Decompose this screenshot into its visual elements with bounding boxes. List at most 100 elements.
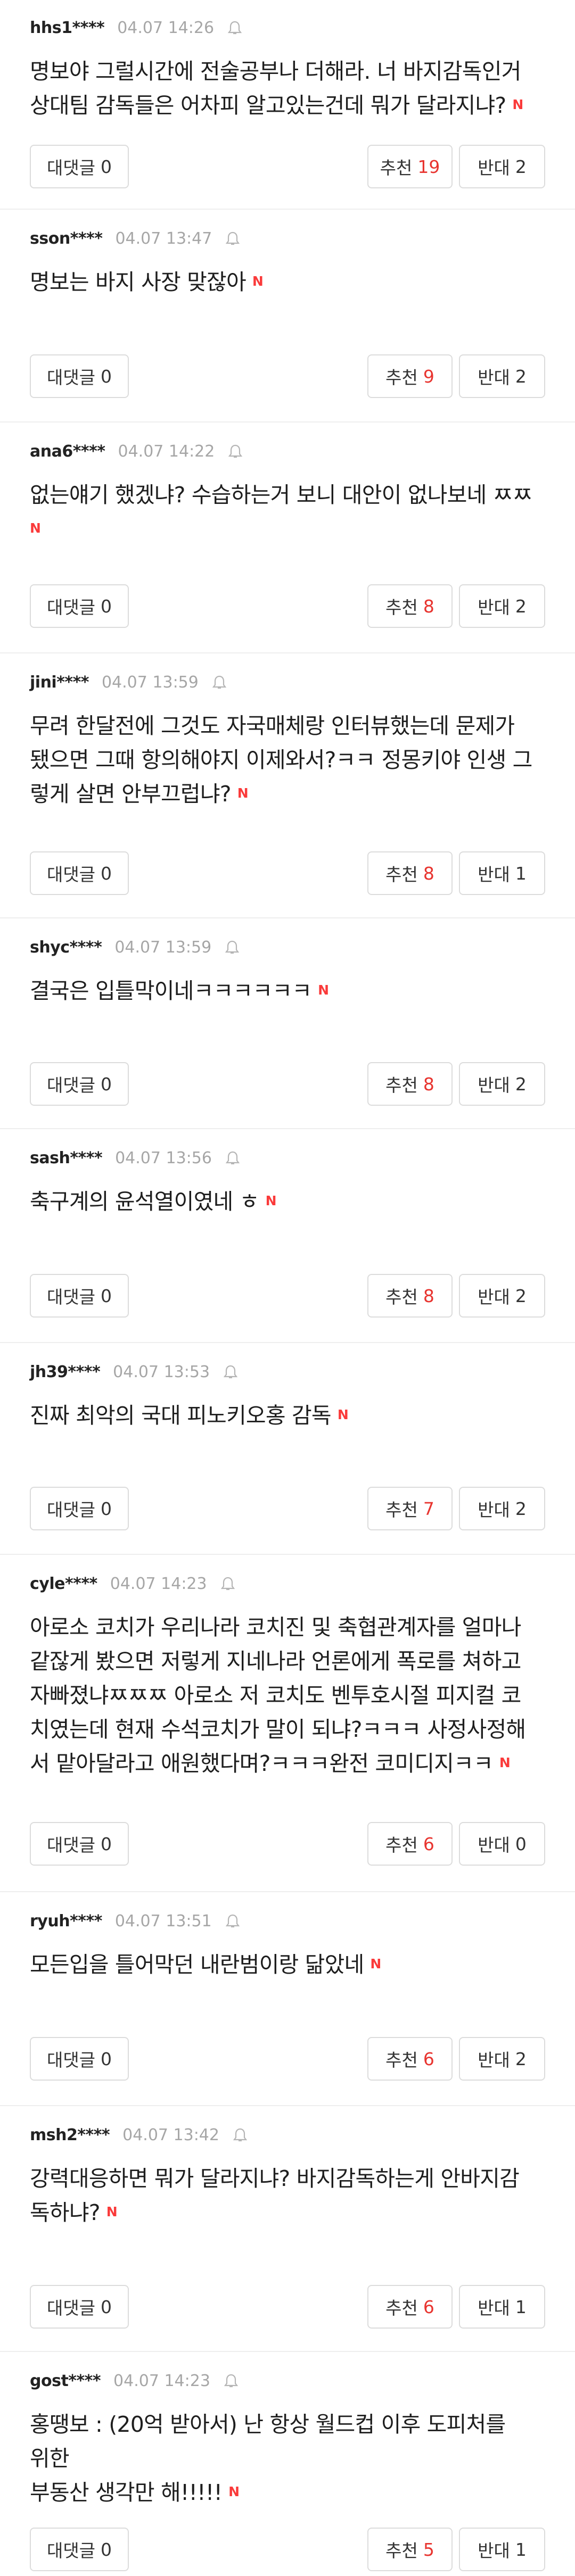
reply-button[interactable]: 대댓글 0 — [30, 851, 129, 895]
comment-item: jh39**** 04.07 13:53 진짜 최악의 국대 피노키오홍 감독 N… — [0, 1344, 575, 1555]
report-icon[interactable] — [225, 1914, 240, 1928]
comment-item: sson**** 04.07 13:47 명보는 바지 사장 맞잖아 N 대댓글 0… — [0, 211, 575, 423]
dislike-button[interactable]: 반대 1 — [459, 851, 545, 895]
reply-button[interactable]: 대댓글 0 — [30, 354, 129, 398]
dislike-button[interactable]: 반대 2 — [459, 354, 545, 398]
like-button[interactable]: 추천 6 — [367, 1822, 453, 1866]
comment-text: 없는얘기 했겠냐? 수습하는거 보니 대안이 없나보네 ㅉㅉ N — [30, 478, 545, 548]
report-icon[interactable] — [228, 20, 242, 35]
comment-date: 04.07 14:23 — [110, 1574, 207, 1593]
comment-date: 04.07 13:51 — [114, 1911, 212, 1931]
comment-author[interactable]: jh39**** — [30, 1363, 101, 1381]
like-button[interactable]: 추천 6 — [367, 2285, 453, 2329]
report-icon[interactable] — [224, 2373, 238, 2388]
dislike-button[interactable]: 반대 1 — [459, 2285, 545, 2329]
like-button[interactable]: 추천 8 — [367, 584, 453, 628]
comment-author[interactable]: shyc**** — [30, 938, 102, 957]
comment-meta: jini**** 04.07 13:59 — [30, 672, 226, 693]
dislike-button[interactable]: 반대 2 — [459, 1062, 545, 1106]
new-badge: N — [30, 520, 41, 536]
report-icon[interactable] — [225, 1150, 240, 1165]
new-badge: N — [252, 274, 264, 289]
comment-text: 모든입을 틀어막던 내란범이랑 닮았네 N — [30, 1948, 545, 1983]
reply-button[interactable]: 대댓글 0 — [30, 584, 129, 628]
report-icon[interactable] — [224, 1364, 238, 1379]
comment-meta: msh2**** 04.07 13:42 — [30, 2124, 247, 2146]
comment-author[interactable]: hhs1**** — [30, 19, 105, 37]
dislike-button[interactable]: 반대 2 — [459, 145, 545, 188]
like-button[interactable]: 추천 8 — [367, 1062, 453, 1106]
comment-item: shyc**** 04.07 13:59 결국은 입틀막이네ㅋㅋㅋㅋㅋㅋ N 대댓… — [0, 920, 575, 1129]
new-badge: N — [499, 1755, 511, 1770]
new-badge: N — [370, 1956, 381, 1972]
comment-item: hhs1**** 04.07 14:26 명보야 그럴시간에 전술공부나 더해라… — [0, 0, 575, 210]
reply-button[interactable]: 대댓글 0 — [30, 2037, 129, 2081]
comment-text: 홍땡보 : (20억 받아서) 난 항상 월드컵 이후 도피처를 위한 부동산 … — [30, 2407, 545, 2511]
comment-meta: sson**** 04.07 13:47 — [30, 228, 240, 249]
comment-item: ana6**** 04.07 14:22 없는얘기 했겠냐? 수습하는거 보니 … — [0, 424, 575, 653]
like-button[interactable]: 추천 8 — [367, 851, 453, 895]
comment-text: 명보는 바지 사장 맞잖아 N — [30, 265, 545, 301]
report-icon[interactable] — [228, 444, 243, 459]
new-badge: N — [318, 982, 329, 998]
report-icon[interactable] — [220, 1576, 235, 1591]
comment-author[interactable]: cyle**** — [30, 1575, 97, 1593]
comment-author[interactable]: sson**** — [30, 229, 103, 248]
comment-date: 04.07 13:47 — [115, 229, 212, 248]
like-button[interactable]: 추천 9 — [367, 354, 453, 398]
report-icon[interactable] — [212, 675, 226, 690]
comment-date: 04.07 13:59 — [101, 673, 199, 692]
new-badge: N — [512, 97, 523, 112]
comment-author[interactable]: ryuh**** — [30, 1912, 102, 1931]
comment-author[interactable]: ana6**** — [30, 442, 105, 461]
new-badge: N — [106, 2204, 118, 2219]
comment-text: 축구계의 윤석열이였네 ㅎN — [30, 1185, 545, 1220]
reply-button[interactable]: 대댓글 0 — [30, 2528, 129, 2571]
comment-text: 명보야 그럴시간에 전술공부나 더해라. 너 바지감독인거 상대팀 감독들은 어… — [30, 54, 545, 124]
comment-author[interactable]: jini**** — [30, 673, 89, 692]
comment-date: 04.07 13:59 — [114, 938, 212, 957]
reply-button[interactable]: 대댓글 0 — [30, 1822, 129, 1866]
comment-item: gost**** 04.07 14:23 홍땡보 : (20억 받아서) 난 항… — [0, 2353, 575, 2576]
like-button[interactable]: 추천 19 — [367, 145, 453, 188]
comment-item: sash**** 04.07 13:56 축구계의 윤석열이였네 ㅎN 대댓글 0… — [0, 1130, 575, 1343]
reply-button[interactable]: 대댓글 0 — [30, 1062, 129, 1106]
like-button[interactable]: 추천 7 — [367, 1487, 453, 1530]
dislike-button[interactable]: 반대 1 — [459, 2528, 545, 2571]
new-badge: N — [237, 785, 249, 801]
comment-author[interactable]: msh2**** — [30, 2126, 110, 2144]
comment-author[interactable]: gost**** — [30, 2372, 101, 2390]
comment-author[interactable]: sash**** — [30, 1149, 103, 1167]
reply-button[interactable]: 대댓글 0 — [30, 1274, 129, 1318]
new-badge: N — [228, 2484, 240, 2499]
comment-item: cyle**** 04.07 14:23 아로소 코치가 우리나라 코치진 및 … — [0, 1556, 575, 1892]
comment-date: 04.07 14:22 — [118, 442, 215, 461]
like-button[interactable]: 추천 6 — [367, 2037, 453, 2081]
comment-item: ryuh**** 04.07 13:51 모든입을 틀어막던 내란범이랑 닮았네… — [0, 1893, 575, 2106]
comment-text: 무려 한달전에 그것도 자국매체랑 인터뷰했는데 문제가 됐으면 그때 항의해야… — [30, 709, 545, 813]
dislike-button[interactable]: 반대 2 — [459, 1487, 545, 1530]
comment-text: 아로소 코치가 우리나라 코치진 및 축협관계자를 얼마나 같잖게 봤으면 저렇… — [30, 1610, 545, 1782]
comment-date: 04.07 14:26 — [117, 18, 215, 37]
dislike-button[interactable]: 반대 0 — [459, 1822, 545, 1866]
reply-button[interactable]: 대댓글 0 — [30, 1487, 129, 1530]
comment-meta: jh39**** 04.07 13:53 — [30, 1361, 238, 1382]
dislike-button[interactable]: 반대 2 — [459, 2037, 545, 2081]
comment-meta: ryuh**** 04.07 13:51 — [30, 1910, 240, 1932]
report-icon[interactable] — [225, 940, 240, 955]
report-icon[interactable] — [233, 2127, 247, 2142]
report-icon[interactable] — [226, 231, 240, 246]
comment-text: 진짜 최악의 국대 피노키오홍 감독 N — [30, 1398, 545, 1434]
like-button[interactable]: 추천 5 — [367, 2528, 453, 2571]
dislike-button[interactable]: 반대 2 — [459, 584, 545, 628]
comment-item: jini**** 04.07 13:59 무려 한달전에 그것도 자국매체랑 인… — [0, 655, 575, 918]
comment-date: 04.07 13:56 — [115, 1148, 212, 1167]
comment-date: 04.07 13:53 — [113, 1362, 210, 1381]
reply-button[interactable]: 대댓글 0 — [30, 145, 129, 188]
dislike-button[interactable]: 반대 2 — [459, 1274, 545, 1318]
comment-meta: shyc**** 04.07 13:59 — [30, 937, 240, 958]
comment-date: 04.07 13:42 — [122, 2125, 219, 2144]
like-button[interactable]: 추천 8 — [367, 1274, 453, 1318]
comment-meta: cyle**** 04.07 14:23 — [30, 1573, 235, 1594]
reply-button[interactable]: 대댓글 0 — [30, 2285, 129, 2329]
